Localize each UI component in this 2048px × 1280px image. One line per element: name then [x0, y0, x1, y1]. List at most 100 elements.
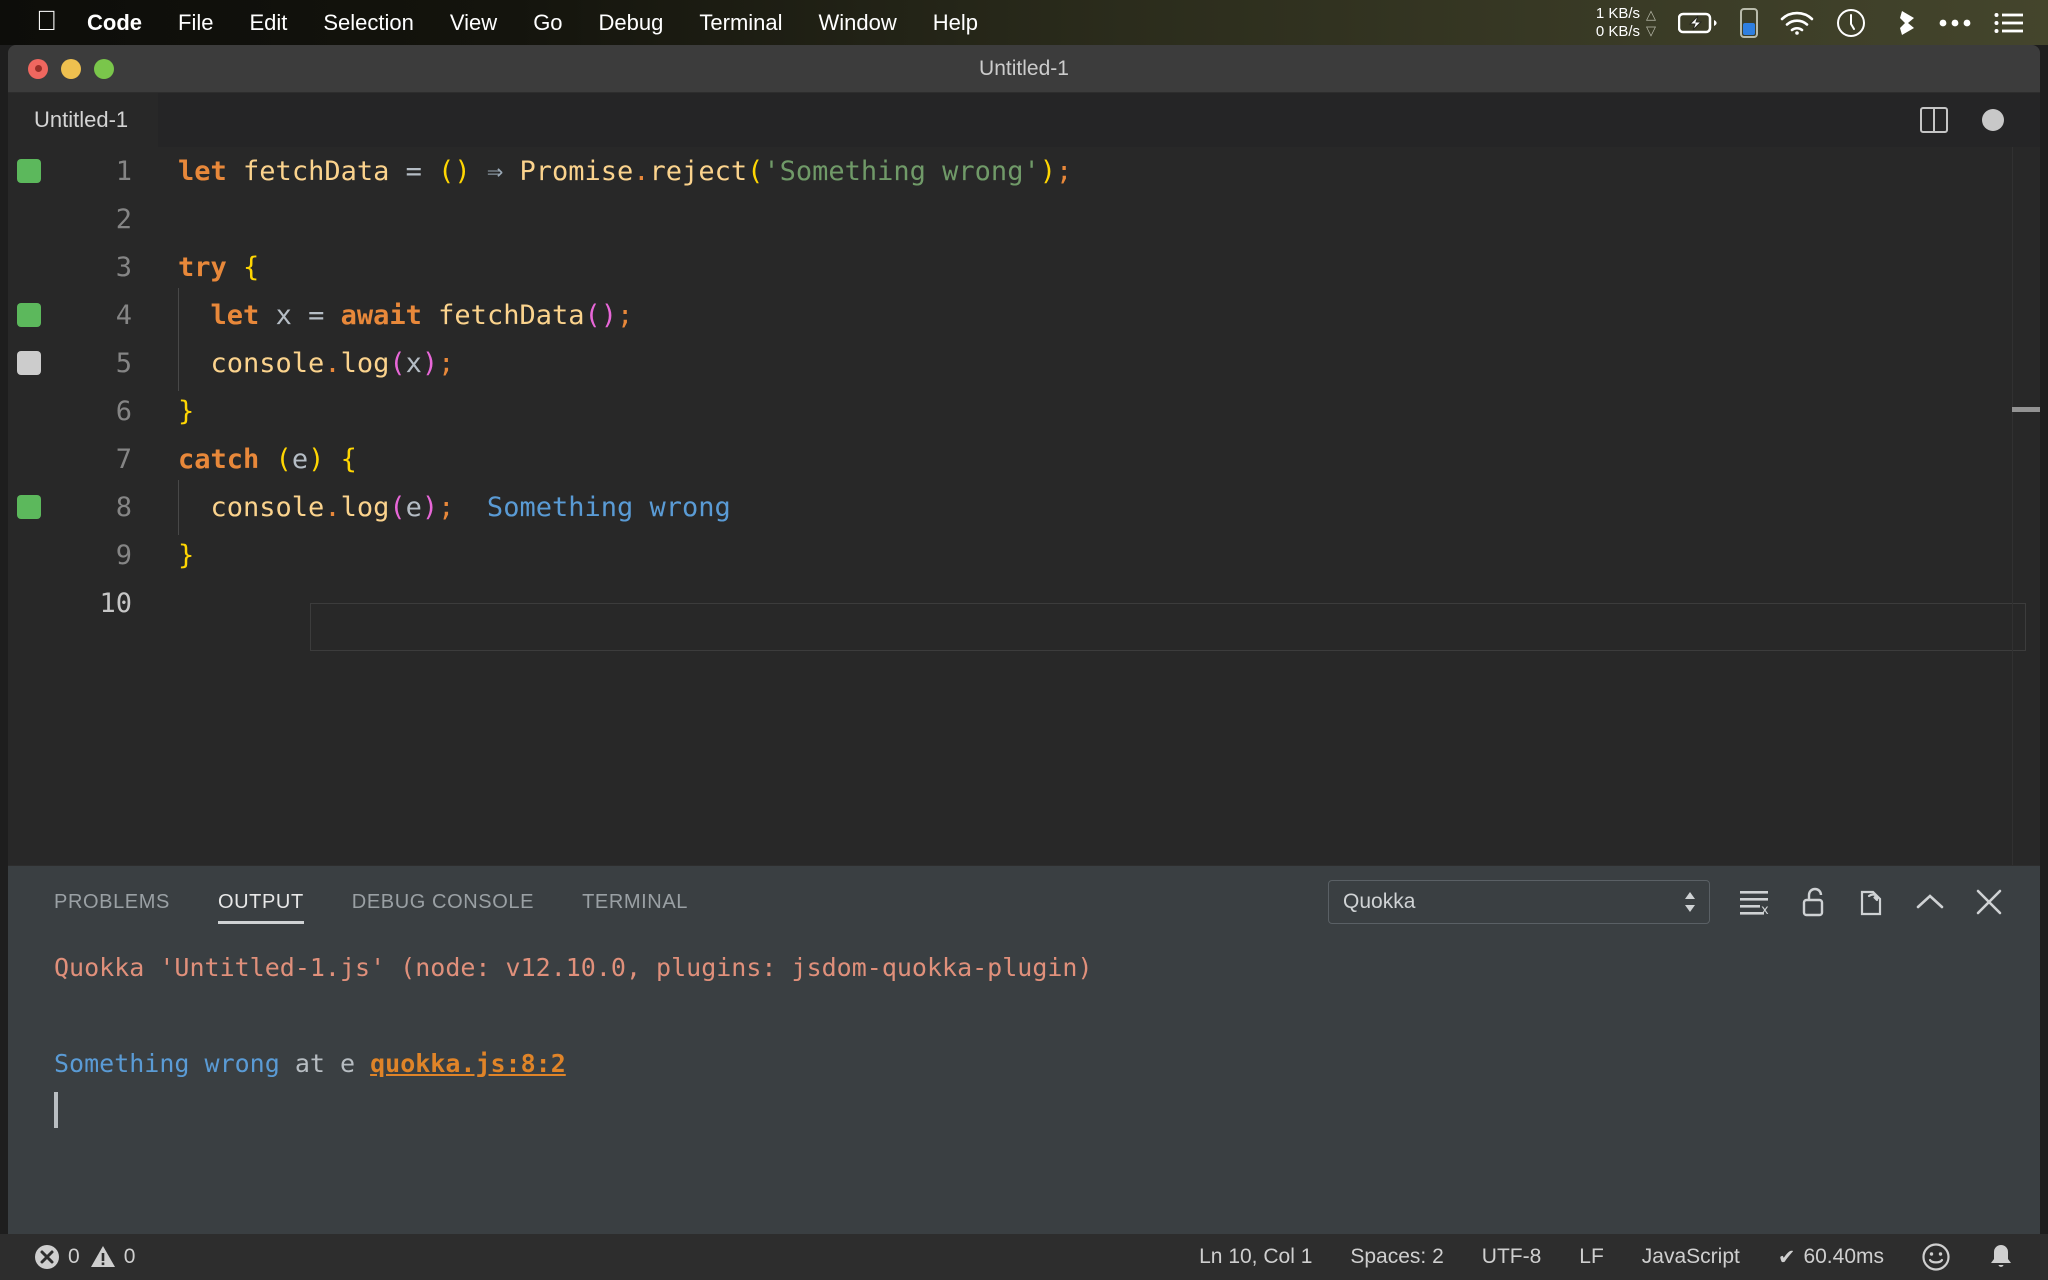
- unlock-scroll-icon[interactable]: [1800, 886, 1828, 918]
- output-channel-value: Quokka: [1343, 890, 1416, 913]
- code-token: (: [389, 347, 406, 379]
- code-line[interactable]: 8 console.log(e); Something wrong: [8, 479, 2040, 535]
- panel-tab-label: DEBUG CONSOLE: [351, 890, 535, 913]
- panel-tab-output[interactable]: OUTPUT: [217, 866, 304, 938]
- menu-item-window[interactable]: Window: [819, 10, 897, 36]
- editor-vertical-scrollbar[interactable]: [2012, 147, 2040, 865]
- close-panel-icon[interactable]: [1974, 887, 2004, 917]
- panel-tab-label: PROBLEMS: [54, 890, 170, 913]
- editor-scrollbar-thumb[interactable]: [2012, 407, 2040, 412]
- phone-battery-icon[interactable]: [1740, 7, 1758, 38]
- code-token: fetchData: [243, 155, 390, 187]
- code-line-text[interactable]: }: [140, 540, 2040, 571]
- line-number: 6: [115, 395, 132, 427]
- unsaved-dot-indicator[interactable]: [1982, 109, 2004, 131]
- status-warnings[interactable]: 0: [90, 1244, 135, 1270]
- status-encoding[interactable]: UTF-8: [1482, 1245, 1542, 1269]
- menu-item-go[interactable]: Go: [533, 10, 562, 36]
- code-token: ;: [438, 491, 455, 523]
- menu-item-help[interactable]: Help: [933, 10, 978, 36]
- quokka-elapsed: 60.40ms: [1803, 1245, 1884, 1268]
- feedback-smiley-icon[interactable]: [1922, 1243, 1950, 1271]
- code-line-text[interactable]: }: [140, 396, 2040, 427]
- notifications-bell-icon[interactable]: [1988, 1243, 2014, 1271]
- error-icon: [34, 1244, 60, 1270]
- panel-action-bar: Quokka x: [1328, 866, 2040, 938]
- menu-item-edit[interactable]: Edit: [249, 10, 287, 36]
- code-line-text[interactable]: console.log(x);: [140, 335, 2040, 391]
- maximize-window-button[interactable]: [94, 58, 114, 79]
- dropbox-icon[interactable]: [1888, 9, 1916, 37]
- gutter-marker-cell: [8, 351, 50, 375]
- output-header-text: Quokka 'Untitled-1.js' (node: v12.10.0, …: [54, 953, 1093, 982]
- code-line-text[interactable]: console.log(e); Something wrong: [140, 479, 2040, 535]
- output-line-blank: [54, 992, 2040, 1040]
- split-editor-icon[interactable]: [1920, 107, 1948, 133]
- output-content[interactable]: Quokka 'Untitled-1.js' (node: v12.10.0, …: [8, 938, 2040, 1280]
- code-line[interactable]: 6}: [8, 387, 2040, 435]
- line-number: 7: [115, 443, 132, 475]
- apple-logo-icon[interactable]: : [36, 6, 57, 35]
- code-line[interactable]: 1 let fetchData = () ⇒ Promise.reject('So…: [8, 147, 2040, 195]
- status-errors[interactable]: 0: [34, 1244, 80, 1270]
- minimize-window-button[interactable]: [61, 58, 81, 79]
- code-line-text[interactable]: let fetchData = () ⇒ Promise.reject('Som…: [140, 156, 2040, 187]
- menu-item-debug[interactable]: Debug: [599, 10, 664, 36]
- clock-icon[interactable]: [1836, 8, 1866, 38]
- status-quokka-time[interactable]: ✔ 60.40ms: [1778, 1245, 1884, 1270]
- code-line-text[interactable]: let x = await fetchData();: [140, 287, 2040, 343]
- code-token: ;: [617, 299, 634, 331]
- menu-bar-status-icons: 1 KB/s 0 KB/s △ ▽: [1596, 5, 2048, 40]
- code-line[interactable]: 2: [8, 195, 2040, 243]
- status-eol[interactable]: LF: [1579, 1245, 1604, 1269]
- code-token: Promise: [519, 155, 634, 187]
- code-line[interactable]: 3 try {: [8, 243, 2040, 291]
- menu-item-file[interactable]: File: [178, 10, 213, 36]
- code-line[interactable]: 9}: [8, 531, 2040, 579]
- code-token: ;: [1055, 155, 1073, 187]
- code-token: ): [421, 491, 439, 523]
- code-line[interactable]: 10: [8, 579, 2040, 651]
- maximize-panel-icon[interactable]: [1914, 890, 1946, 914]
- status-indentation[interactable]: Spaces: 2: [1350, 1245, 1443, 1269]
- status-cursor-position[interactable]: Ln 10, Col 1: [1199, 1245, 1312, 1269]
- menu-item-code[interactable]: Code: [87, 10, 142, 36]
- panel-tab-terminal[interactable]: TERMINAL: [582, 866, 688, 938]
- open-in-editor-icon[interactable]: [1856, 886, 1886, 918]
- code-line[interactable]: 4 let x = await fetchData();: [8, 287, 2040, 343]
- code-editor[interactable]: 1 let fetchData = () ⇒ Promise.reject('So…: [8, 147, 2040, 865]
- window-title: Untitled-1: [979, 56, 1069, 80]
- menu-item-view[interactable]: View: [450, 10, 497, 36]
- panel-tab-debug-console[interactable]: DEBUG CONSOLE: [352, 866, 534, 938]
- code-token: ): [1039, 155, 1056, 187]
- clear-output-icon[interactable]: x: [1738, 887, 1772, 917]
- editor-tab-label: Untitled-1: [34, 107, 129, 132]
- code-line[interactable]: 5 console.log(x);: [8, 335, 2040, 391]
- editor-tab-untitled-1[interactable]: Untitled-1: [8, 93, 158, 147]
- error-count: 0: [68, 1245, 80, 1268]
- output-error-link[interactable]: quokka.js:8:2: [370, 1049, 566, 1078]
- battery-charging-icon[interactable]: [1678, 11, 1718, 35]
- menu-list-icon[interactable]: [1994, 12, 2024, 34]
- code-token: console: [210, 491, 325, 523]
- code-token: (: [747, 155, 764, 187]
- wifi-icon[interactable]: [1780, 11, 1814, 35]
- code-line-text[interactable]: catch (e) {: [140, 444, 2040, 475]
- network-speed-indicator[interactable]: 1 KB/s 0 KB/s △ ▽: [1596, 5, 1656, 40]
- panel-tab-problems[interactable]: PROBLEMS: [54, 866, 170, 938]
- code-line-text[interactable]: try {: [140, 252, 2040, 283]
- output-channel-select[interactable]: Quokka: [1328, 880, 1710, 924]
- status-language-mode[interactable]: JavaScript: [1642, 1245, 1740, 1269]
- ellipsis-icon[interactable]: [1938, 18, 1972, 28]
- close-window-button[interactable]: [28, 58, 48, 79]
- code-token: e: [291, 443, 309, 475]
- menu-item-terminal[interactable]: Terminal: [699, 10, 782, 36]
- menu-item-selection[interactable]: Selection: [323, 10, 414, 36]
- code-token: ): [454, 155, 471, 187]
- code-token: ): [421, 347, 439, 379]
- code-line[interactable]: 7 catch (e) {: [8, 435, 2040, 483]
